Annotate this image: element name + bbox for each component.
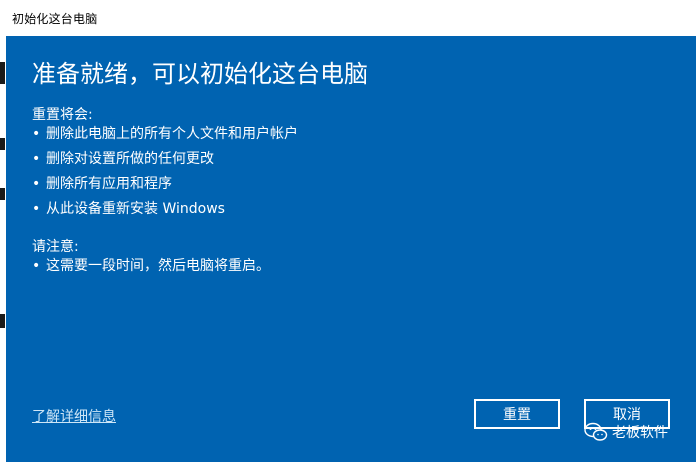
bullet-icon: •	[32, 201, 41, 217]
notice-list: • 这需要一段时间，然后电脑将重启。	[32, 254, 270, 279]
watermark: 老板软件	[584, 420, 668, 444]
learn-more-link[interactable]: 了解详细信息	[32, 406, 116, 426]
title-bar: 初始化这台电脑	[0, 0, 700, 37]
watermark-text: 老板软件	[612, 425, 668, 441]
notice-section-label: 请注意:	[32, 239, 79, 255]
window-right-edge	[696, 36, 700, 462]
list-item: • 删除对设置所做的任何更改	[32, 147, 298, 172]
reset-section-label: 重置将会:	[32, 107, 93, 123]
list-item: • 删除此电脑上的所有个人文件和用户帐户	[32, 122, 298, 147]
bullet-icon: •	[32, 176, 41, 192]
window-title: 初始化这台电脑	[12, 12, 98, 26]
reset-effects-list: • 删除此电脑上的所有个人文件和用户帐户 • 删除对设置所做的任何更改 • 删除所有应…	[32, 122, 298, 222]
reset-dialog: 准备就绪，可以初始化这台电脑 重置将会: • 删除此电脑上的所有个人文件和用户帐户…	[6, 36, 696, 462]
background-edge-mark	[0, 138, 5, 150]
bullet-icon: •	[32, 126, 41, 142]
bullet-icon: •	[32, 258, 41, 274]
reset-button[interactable]: 重置	[474, 399, 560, 429]
list-item-text: 从此设备重新安装 Windows	[46, 201, 225, 217]
background-edge-mark	[0, 188, 5, 200]
list-item-text: 删除对设置所做的任何更改	[46, 151, 214, 167]
dialog-heading: 准备就绪，可以初始化这台电脑	[32, 60, 368, 88]
list-item: • 从此设备重新安装 Windows	[32, 197, 298, 222]
background-edge-mark	[0, 314, 5, 328]
reset-pc-window: 初始化这台电脑 准备就绪，可以初始化这台电脑 重置将会: • 删除此电脑上的所有个…	[0, 0, 700, 462]
list-item: • 这需要一段时间，然后电脑将重启。	[32, 254, 270, 279]
list-item-text: 删除此电脑上的所有个人文件和用户帐户	[46, 126, 298, 142]
wechat-icon	[584, 422, 608, 442]
list-item: • 删除所有应用和程序	[32, 172, 298, 197]
bullet-icon: •	[32, 151, 41, 167]
list-item-text: 这需要一段时间，然后电脑将重启。	[46, 258, 270, 274]
list-item-text: 删除所有应用和程序	[46, 176, 172, 192]
background-edge-mark	[0, 62, 5, 84]
